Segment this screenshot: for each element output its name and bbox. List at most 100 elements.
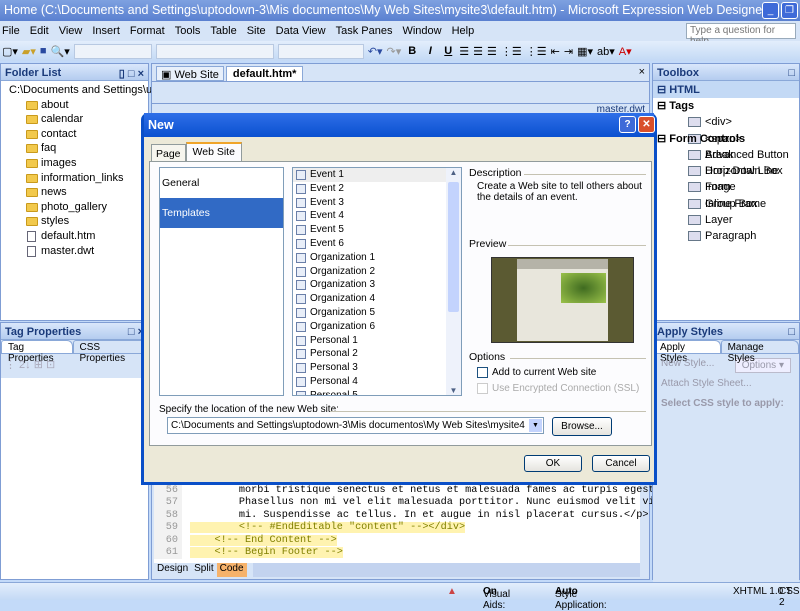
indent-icon[interactable]: ⇥ [564,45,573,58]
tree-item[interactable]: about [21,98,148,113]
highlight-icon[interactable]: ab▾ [597,45,615,58]
tab-code[interactable]: Code [216,563,247,577]
template-item[interactable]: Event 2 [293,182,446,196]
scrollbar-thumb[interactable] [448,182,459,312]
code-view[interactable]: 56 morbi tristique senectus et netus et … [154,485,673,563]
tree-item[interactable]: calendar [21,112,148,127]
tab-css-properties[interactable]: CSS Properties [72,340,148,364]
category-general[interactable]: General [160,168,283,198]
tab-manage-styles[interactable]: Manage Styles [720,340,799,364]
tags-group[interactable]: ⊟ Tags [653,98,799,114]
form-controls-group[interactable]: ⊟ Form Controls [653,131,799,147]
menu-view[interactable]: View [57,25,83,37]
menu-data-view[interactable]: Data View [274,25,326,37]
template-item[interactable]: Event 3 [293,196,446,210]
template-item[interactable]: Organization 1 [293,251,446,265]
attach-style-sheet-button[interactable]: Attach Style Sheet... [661,378,791,398]
toolbox-item[interactable]: Form [679,179,799,195]
minimize-button[interactable]: _ [762,2,779,19]
toolbox-item[interactable]: <div> [679,114,799,130]
tab-web-site[interactable]: ▣ Web Site [156,66,224,81]
tab-design[interactable]: Design [154,563,191,577]
tab-split[interactable]: Split [191,563,216,577]
toolbox-item[interactable]: Advanced Button [679,147,799,163]
bullet-list-icon[interactable]: ⋮☰ [526,45,547,58]
template-item[interactable]: Personal 1 [293,334,446,348]
toolbox-item[interactable]: Drop-Down Box [679,163,799,179]
menu-table[interactable]: Table [208,25,236,37]
template-item[interactable]: Organization 3 [293,278,446,292]
bold-button[interactable]: B [405,45,419,57]
font-color-icon[interactable]: A▾ [619,45,632,58]
template-item[interactable]: Event 6 [293,237,446,251]
tree-item[interactable]: photo_gallery [21,200,148,215]
tree-item[interactable]: master.dwt [21,244,148,259]
help-button[interactable]: ? [619,116,636,133]
align-center-icon[interactable]: ☰ [473,45,483,58]
tree-root[interactable]: C:\Documents and Settings\uptodown-3 [1,83,203,98]
template-item[interactable]: Personal 3 [293,361,446,375]
undo-icon[interactable]: ↶▾ [368,45,383,58]
template-item[interactable]: Personal 4 [293,375,446,389]
size-combo[interactable] [277,43,364,59]
template-item[interactable]: Organization 5 [293,306,446,320]
template-item[interactable]: Organization 6 [293,320,446,334]
toolbox-item[interactable]: Layer [679,212,799,228]
maximize-icon[interactable]: □ [788,326,795,338]
cancel-button[interactable]: Cancel [592,455,650,472]
close-button[interactable]: ✕ [638,116,655,133]
new-icon[interactable]: ▢▾ [2,45,18,58]
close-icon[interactable]: ▯ □ × [119,67,144,80]
borders-icon[interactable]: ▦▾ [577,45,593,58]
tree-item[interactable]: styles [21,214,148,229]
help-search-input[interactable]: Type a question for help [686,23,796,47]
tab-default-htm[interactable]: default.htm* [225,66,304,81]
font-combo[interactable] [155,43,274,59]
template-item[interactable]: Event 5 [293,223,446,237]
tree-item[interactable]: information_links [21,171,148,186]
template-item[interactable]: Personal 5 [293,389,446,395]
ok-button[interactable]: OK [524,455,582,472]
horizontal-scrollbar[interactable] [252,563,640,577]
menu-insert[interactable]: Insert [90,25,120,37]
location-combo[interactable]: C:\Documents and Settings\uptodown-3\Mis… [167,417,544,434]
menu-help[interactable]: Help [450,25,475,37]
css-indicator[interactable]: CSS 2 [779,586,800,608]
tree-item[interactable]: default.htm [21,229,148,244]
add-to-current-checkbox[interactable] [477,367,488,378]
menu-edit[interactable]: Edit [28,25,49,37]
style-combo[interactable] [73,43,152,59]
browse-button[interactable]: Browse... [552,417,612,436]
menu-tools[interactable]: Tools [173,25,201,37]
menu-window[interactable]: Window [400,25,441,37]
chevron-down-icon[interactable]: ▼ [529,419,542,432]
menu-format[interactable]: Format [128,25,165,37]
template-item[interactable]: Personal 2 [293,347,446,361]
outdent-icon[interactable]: ⇤ [551,45,560,58]
html-group[interactable]: ⊟ HTML [653,81,799,98]
tab-apply-styles[interactable]: Apply Styles [653,340,721,364]
tree-item[interactable]: news [21,185,148,200]
restore-button[interactable]: ❐ [781,2,798,19]
tab-tag-properties[interactable]: Tag Properties [1,340,73,364]
template-item[interactable]: Event 1 [293,168,446,182]
numbered-list-icon[interactable]: ⋮☰ [501,45,522,58]
template-item[interactable]: Organization 4 [293,292,446,306]
category-templates[interactable]: Templates [160,198,283,228]
template-item[interactable]: Event 4 [293,209,446,223]
vertical-scrollbar[interactable]: ▲ ▼ [446,168,461,395]
toolbox-item[interactable]: Group Box [679,196,799,212]
template-item[interactable]: Organization 2 [293,265,446,279]
tree-item[interactable]: images [21,156,148,171]
menu-site[interactable]: Site [245,25,266,37]
save-icon[interactable]: ■ [40,45,47,57]
toolbox-item[interactable]: Paragraph [679,228,799,244]
align-left-icon[interactable]: ☰ [459,45,469,58]
redo-icon[interactable]: ↷▾ [387,45,402,58]
menu-file[interactable]: File [0,25,20,37]
preview-icon[interactable]: 🔍▾ [51,45,70,58]
maximize-icon[interactable]: □ [788,67,795,79]
close-document-icon[interactable]: × [639,66,645,81]
tree-item[interactable]: faq [21,141,148,156]
tree-item[interactable]: contact [21,127,148,142]
